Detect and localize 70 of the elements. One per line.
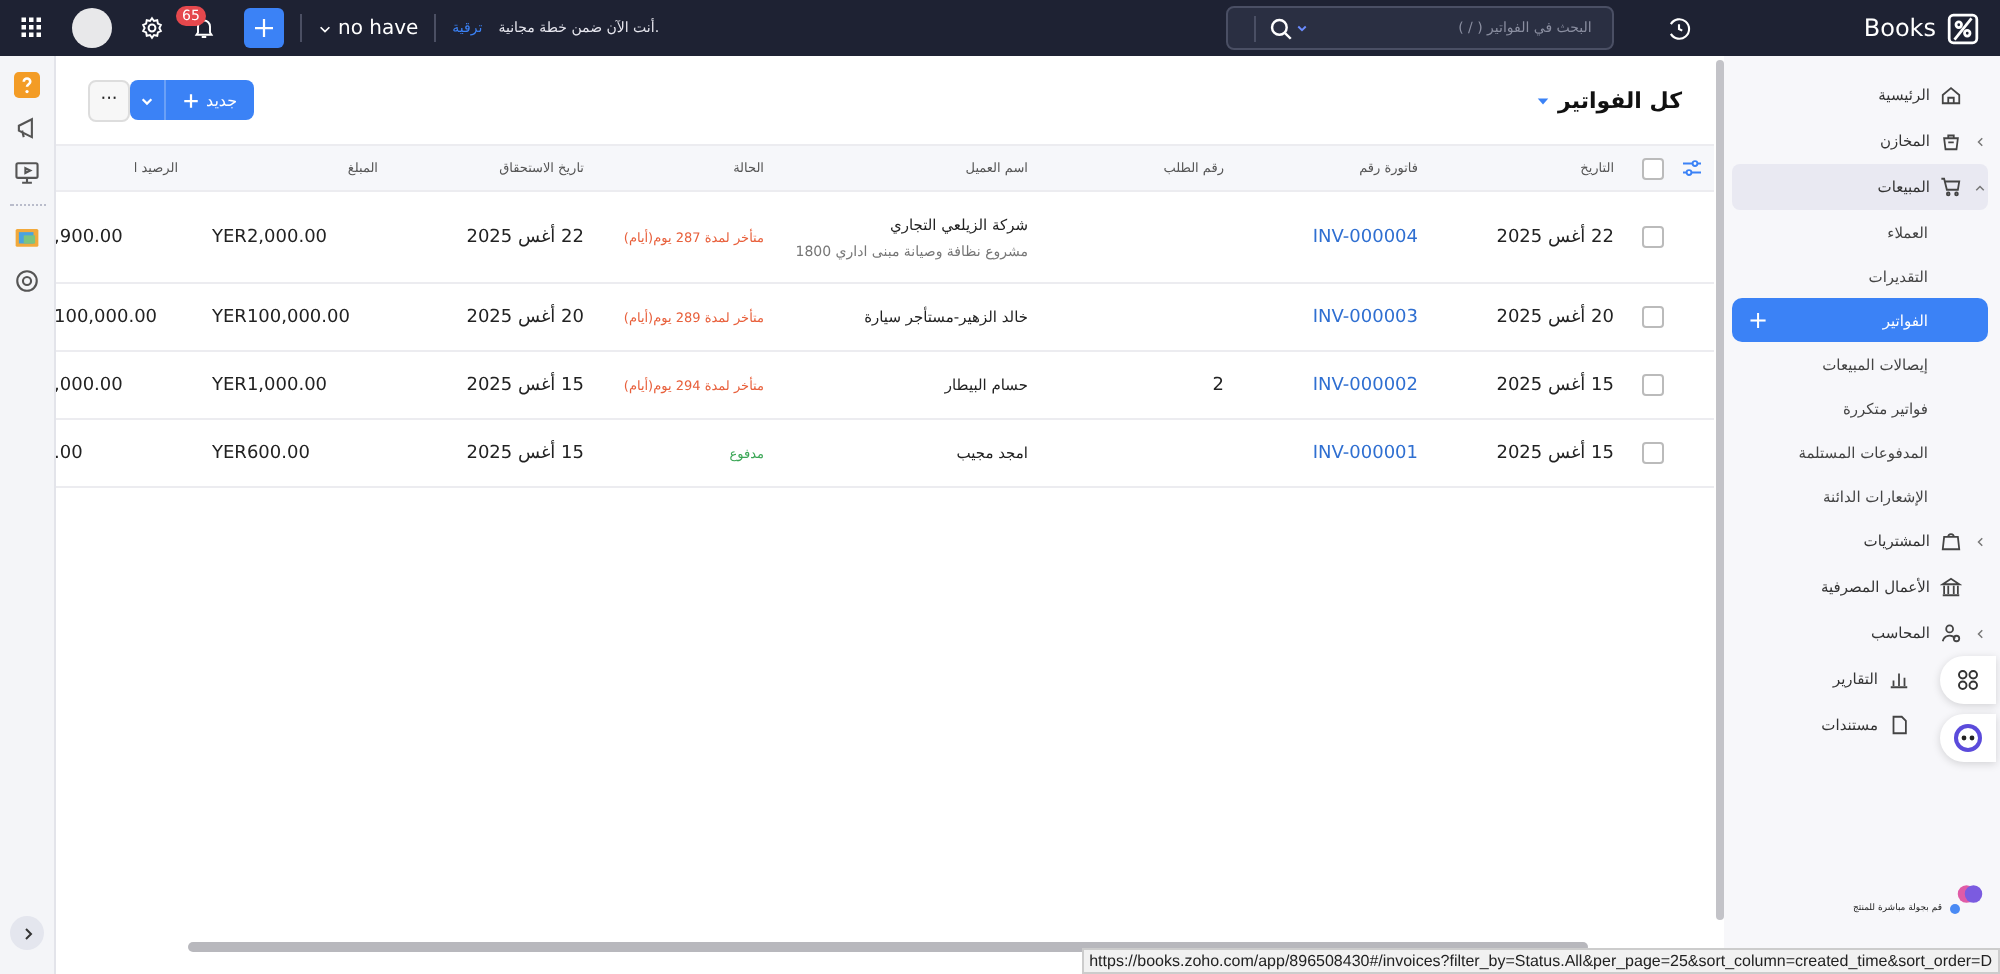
- table-cell-text: 22 أغس 2025: [464, 227, 586, 247]
- table-cell-text: 20 أغس 2025: [1494, 307, 1616, 327]
- scrollbar[interactable]: [1716, 60, 1724, 920]
- table-cell-text: 15 أغس 2025: [1494, 375, 1616, 395]
- add-icon[interactable]: +: [1748, 306, 1769, 334]
- checkbox[interactable]: [1641, 306, 1663, 328]
- plus-icon: [252, 16, 276, 40]
- history-icon[interactable]: [1665, 15, 1692, 41]
- table-cell-text: 20 أغس 2025: [464, 307, 586, 327]
- view-selector[interactable]: كل الفواتير: [1536, 87, 1682, 113]
- bank-icon: [1940, 576, 1962, 598]
- caret-icon: [140, 93, 154, 107]
- table-cell-text: YER600.00: [210, 443, 312, 463]
- assistant-button[interactable]: [1940, 714, 1996, 762]
- caret-icon[interactable]: [1295, 22, 1308, 34]
- invoice-link[interactable]: INV-000001: [1244, 443, 1438, 463]
- table-cell-text: ,000.00: [56, 375, 125, 395]
- caret-icon: [1536, 93, 1550, 107]
- column-settings-icon[interactable]: [1680, 156, 1704, 180]
- table-cell-text: 2: [1210, 375, 1226, 395]
- invoice-link[interactable]: INV-000004: [1244, 227, 1438, 247]
- video-monitor-icon[interactable]: [14, 160, 40, 186]
- settings-icon[interactable]: [140, 16, 164, 40]
- chevron-icon[interactable]: [1974, 181, 1986, 193]
- app-folder-icon[interactable]: [14, 224, 40, 250]
- more-button[interactable]: ···: [88, 79, 130, 121]
- bag-icon: [1940, 530, 1962, 552]
- table-cell-text: 15 أغس 2025: [464, 443, 586, 463]
- checkbox[interactable]: [1641, 226, 1663, 248]
- home-icon: [1940, 84, 1962, 106]
- status-url: https://books.zoho.com/app/896508430#/invoices?filter_by=Status.All&per_page=25&sort_column=created_time&sort_order=D: [1089, 952, 1992, 970]
- checkbox[interactable]: [1641, 157, 1663, 179]
- invoice-link[interactable]: INV-000002: [1244, 375, 1438, 395]
- checkbox[interactable]: [1641, 442, 1663, 464]
- grid-shortcut-button[interactable]: [1940, 656, 1996, 704]
- chevron-icon[interactable]: [1974, 135, 1986, 147]
- add-button[interactable]: [244, 8, 284, 48]
- chevron-icon[interactable]: [1974, 535, 1986, 547]
- search-icon[interactable]: [1267, 15, 1294, 41]
- table-cell-text: 15 أغس 2025: [1494, 443, 1616, 463]
- caret-icon: [318, 21, 332, 35]
- chevron-icon[interactable]: [1974, 627, 1986, 639]
- cart-icon: [1940, 176, 1962, 198]
- chevron-icon: [19, 925, 35, 941]
- organization-dropdown[interactable]: no have: [318, 17, 419, 39]
- table-cell-text: YER2,000.00: [210, 227, 330, 247]
- four-circles-icon: [1956, 668, 1980, 692]
- table-cell-text: YER100,000.00: [210, 307, 352, 327]
- checkbox[interactable]: [1641, 374, 1663, 396]
- table-cell-text: YER1,000.00: [210, 375, 330, 395]
- avatar-icon[interactable]: [72, 8, 112, 48]
- user-icon: [1940, 622, 1962, 644]
- face-icon: [1952, 722, 1984, 754]
- support-icon[interactable]: [14, 268, 40, 294]
- document-icon: [1888, 714, 1910, 736]
- app-logo-text: Books: [1863, 14, 1936, 42]
- bar-chart-icon: [1888, 668, 1910, 690]
- table-cell-text: .00: [56, 443, 85, 463]
- brain-icon[interactable]: [1956, 880, 1984, 908]
- books-logo-icon: [1946, 11, 1980, 45]
- table-cell-text: ,900.00: [56, 227, 125, 247]
- tour-dot-icon: [1950, 904, 1960, 914]
- plus-icon: [182, 91, 200, 109]
- table-cell-text: 100,000.00: [56, 307, 160, 327]
- basket-icon: [1940, 130, 1962, 152]
- invoice-link[interactable]: INV-000003: [1244, 307, 1438, 327]
- table-cell-text: 15 أغس 2025: [464, 375, 586, 395]
- apps-grid-icon[interactable]: [20, 16, 44, 40]
- expand-button[interactable]: [10, 916, 44, 950]
- table-cell-text: 22 أغس 2025: [1494, 227, 1616, 247]
